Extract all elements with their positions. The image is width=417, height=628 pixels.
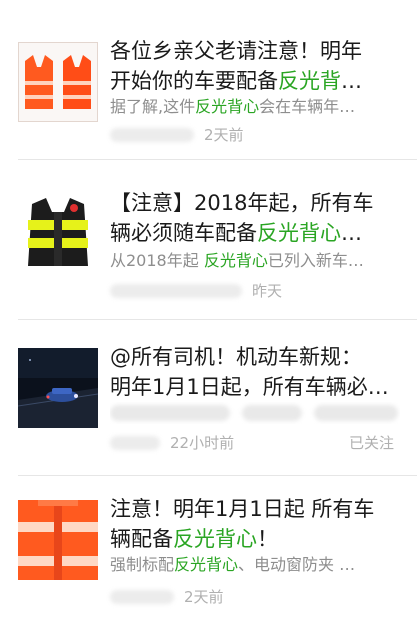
- article-meta: 2天前: [110, 586, 400, 608]
- yellow-vest-image: [18, 194, 98, 274]
- blurred-source-name: [110, 436, 160, 450]
- article-snippet: 强制标配反光背心、电动窗防夹 …: [110, 555, 356, 574]
- blurred-source-name: [110, 284, 242, 298]
- night-car-image: [18, 348, 98, 428]
- blurred-source-name: [110, 590, 174, 604]
- blurred-snippet-segment: [110, 405, 230, 421]
- orange-vest-closeup-image: [18, 500, 98, 580]
- article-title[interactable]: 注意！明年1月1日起 所有车 辆配备反光背心！: [110, 494, 400, 554]
- list-item[interactable]: 注意！明年1月1日起 所有车 辆配备反光背心！ 强制标配反光背心、电动窗防夹 ……: [0, 476, 417, 628]
- article-title[interactable]: 各位乡亲父老请注意！明年 开始你的车要配备反光背…: [110, 36, 400, 96]
- article-meta: 昨天: [110, 280, 400, 302]
- article-meta: 2天前: [110, 124, 400, 146]
- article-snippet: 从2018年起 反光背心已列入新车…: [110, 251, 364, 270]
- article-thumbnail-orange-vests[interactable]: [18, 42, 98, 122]
- blurred-snippet-segment: [314, 405, 398, 421]
- publish-time: 2天前: [204, 126, 244, 144]
- article-meta: 22小时前 已关注: [110, 432, 400, 454]
- list-item[interactable]: 各位乡亲父老请注意！明年 开始你的车要配备反光背… 据了解,这件反光背心会在车辆…: [0, 0, 417, 160]
- search-result-feed: 各位乡亲父老请注意！明年 开始你的车要配备反光背… 据了解,这件反光背心会在车辆…: [0, 0, 417, 628]
- blurred-source-name: [110, 128, 194, 142]
- article-thumbnail-night-car[interactable]: [18, 348, 98, 428]
- article-title[interactable]: @所有司机！机动车新规： 明年1月1日起，所有车辆必…: [110, 342, 400, 402]
- list-item[interactable]: 【注意】2018年起，所有车 辆必须随车配备反光背心… 从2018年起 反光背心…: [0, 160, 417, 320]
- article-snippet: 据了解,这件反光背心会在车辆年…: [110, 97, 356, 116]
- article-thumbnail-orange-vest[interactable]: [18, 500, 98, 580]
- article-thumbnail-yellow-vest[interactable]: [18, 194, 98, 274]
- publish-time: 昨天: [252, 282, 283, 300]
- publish-time: 22小时前: [170, 434, 235, 452]
- followed-status[interactable]: 已关注: [349, 432, 394, 454]
- orange-vests-image: [19, 43, 97, 121]
- publish-time: 2天前: [184, 588, 224, 606]
- blurred-snippet-segment: [242, 405, 302, 421]
- article-snippet-blurred: [110, 402, 400, 424]
- list-item[interactable]: @所有司机！机动车新规： 明年1月1日起，所有车辆必… 22小时前 已关注: [0, 320, 417, 476]
- article-title[interactable]: 【注意】2018年起，所有车 辆必须随车配备反光背心…: [110, 188, 400, 248]
